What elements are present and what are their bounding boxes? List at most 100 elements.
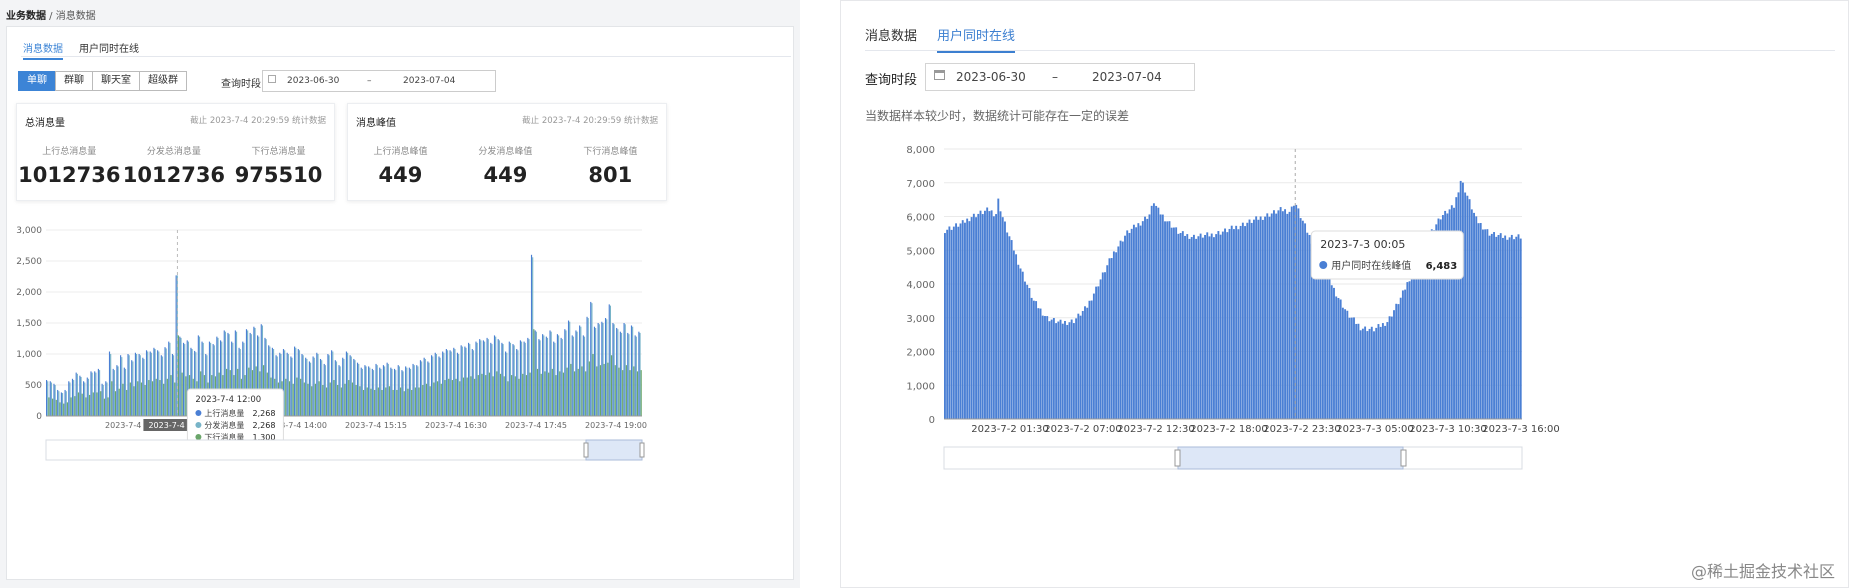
tab-online-users[interactable]: 用户同时在线 xyxy=(79,40,139,55)
bar xyxy=(1515,236,1518,419)
bar-1 xyxy=(604,318,607,416)
segment-single-chat[interactable]: 单聊 xyxy=(18,71,56,91)
bar-3 xyxy=(548,372,550,416)
bar-1 xyxy=(393,368,396,416)
message-volume-chart[interactable]: 上行消息量分发消息量下行消息量05001,0001,5002,0002,5003… xyxy=(6,226,794,580)
bar xyxy=(1233,229,1235,419)
bar-2 xyxy=(165,348,167,416)
tooltip-marker xyxy=(195,410,202,416)
bar-1 xyxy=(127,354,129,416)
bar-1 xyxy=(360,367,362,416)
bar-1 xyxy=(120,355,122,416)
datazoom-handle-right[interactable] xyxy=(639,442,645,458)
datazoom-window[interactable] xyxy=(1177,446,1404,470)
bar xyxy=(992,216,995,419)
bar xyxy=(1364,326,1367,419)
bar-1 xyxy=(342,357,344,416)
date-start[interactable]: 2023-06-30 xyxy=(956,70,1026,84)
bar-1 xyxy=(590,301,592,416)
bar xyxy=(950,229,953,419)
bar xyxy=(1495,236,1498,419)
bar xyxy=(972,213,975,419)
date-start[interactable]: 2023-06-30 xyxy=(287,76,339,86)
bar xyxy=(990,210,993,419)
bar-1 xyxy=(482,340,484,416)
bar-2 xyxy=(335,361,338,416)
tab-online-users[interactable]: 用户同时在线 xyxy=(937,25,1016,53)
bar xyxy=(1088,300,1091,419)
bar-3 xyxy=(462,377,465,416)
bar xyxy=(1399,297,1402,419)
bar-1 xyxy=(382,365,385,416)
bar-2 xyxy=(583,336,586,416)
bar-2 xyxy=(398,366,400,416)
y-tick-label: 1,000 xyxy=(906,381,935,392)
bar xyxy=(1406,282,1409,419)
bar-3 xyxy=(370,388,372,416)
bar-3 xyxy=(159,380,161,416)
datazoom-handle-left[interactable] xyxy=(583,442,589,458)
tab-message-data[interactable]: 消息数据 xyxy=(23,40,63,60)
segment-chatroom[interactable]: 聊天室 xyxy=(92,71,140,91)
date-end[interactable]: 2023-07-04 xyxy=(403,76,455,86)
bar xyxy=(1206,232,1209,419)
bar xyxy=(1017,264,1020,419)
bar xyxy=(1490,233,1493,419)
bar-2 xyxy=(306,358,308,416)
bar xyxy=(1506,239,1509,419)
bar-2 xyxy=(384,366,386,416)
bar xyxy=(997,198,1000,419)
bar-3 xyxy=(599,365,602,416)
tab-bar: 消息数据 用户同时在线 xyxy=(21,39,791,60)
bar-2 xyxy=(524,342,526,416)
bar-2 xyxy=(561,339,563,416)
y-tick-label: 7,000 xyxy=(906,179,935,190)
segment-super-group[interactable]: 超级群 xyxy=(139,71,187,91)
stat-label: 上行消息峰值 xyxy=(373,147,428,157)
online-users-chart[interactable]: 用户同时在线峰值 0 1,000 2,000 3,000 4,000 5,000 6,000 7… xyxy=(841,121,1849,561)
bar xyxy=(1115,252,1118,419)
query-period-label: 查询时段 xyxy=(221,79,261,90)
bar-1 xyxy=(579,325,581,416)
bar-3 xyxy=(474,378,476,416)
date-range-picker[interactable]: 2023-06-30 – 2023-07-04 xyxy=(262,70,496,92)
bar xyxy=(1304,223,1307,419)
bar-3 xyxy=(177,335,180,416)
bar-2 xyxy=(309,362,312,416)
bar-3 xyxy=(518,378,520,416)
date-end[interactable]: 2023-07-04 xyxy=(1092,70,1162,84)
datazoom-window[interactable] xyxy=(585,439,643,461)
breadcrumb-root[interactable]: 业务数据 xyxy=(6,11,46,22)
tab-message-data[interactable]: 消息数据 xyxy=(865,25,917,44)
datazoom-handle-right[interactable] xyxy=(1400,449,1407,467)
bar-2 xyxy=(369,367,371,416)
bar-2 xyxy=(291,357,293,416)
bar xyxy=(1417,257,1420,419)
datazoom-handle-left[interactable] xyxy=(1174,449,1181,467)
x-tick-label: 2023-7-4 16:30 xyxy=(425,421,487,430)
bar-2 xyxy=(580,326,582,416)
bar-2 xyxy=(569,321,571,416)
date-range-picker[interactable]: 2023-06-30 – 2023-07-04 xyxy=(925,63,1195,91)
bar-3 xyxy=(488,372,490,416)
bar-3 xyxy=(477,375,479,416)
bar-3 xyxy=(303,382,305,416)
bar xyxy=(1481,229,1484,419)
segment-group-chat[interactable]: 群聊 xyxy=(55,71,93,91)
bar-2 xyxy=(565,330,567,416)
bar-3 xyxy=(492,376,494,416)
bar xyxy=(1484,229,1487,419)
bar xyxy=(1079,315,1082,419)
bar xyxy=(1393,310,1395,419)
bar-1 xyxy=(368,366,370,416)
bar-3 xyxy=(633,366,635,416)
bar xyxy=(1266,213,1269,419)
bar-1 xyxy=(575,330,577,416)
bar-3 xyxy=(425,383,428,416)
bar xyxy=(1241,222,1244,419)
bar-2 xyxy=(391,368,393,416)
bar xyxy=(944,233,946,419)
y-tick-label: 500 xyxy=(25,381,42,391)
datazoom-slider[interactable] xyxy=(45,439,643,461)
y-tick-label: 5,000 xyxy=(906,246,935,257)
